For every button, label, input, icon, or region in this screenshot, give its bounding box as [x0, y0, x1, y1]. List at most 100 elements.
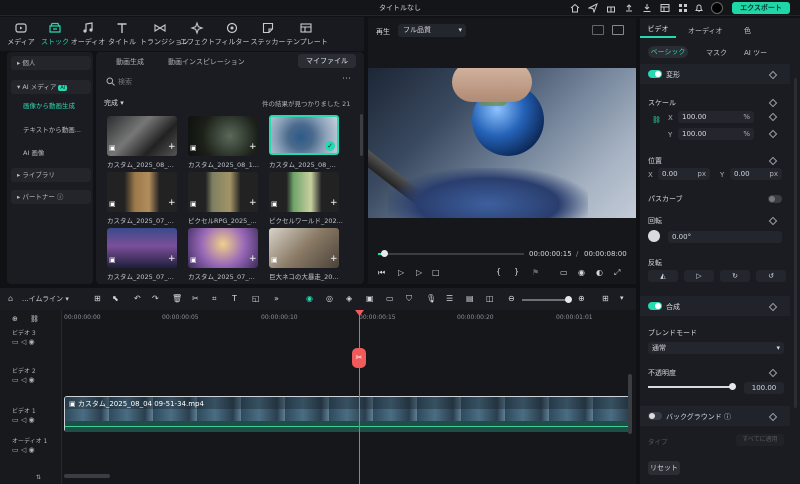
video-frame[interactable] — [368, 68, 636, 218]
opacity-input[interactable]: 100.00 — [744, 382, 784, 394]
gift-icon[interactable] — [606, 3, 616, 13]
ai-magic-icon[interactable]: ◉ — [306, 294, 316, 304]
keyframe-tool-icon[interactable]: ◈ — [346, 294, 356, 304]
redo-icon[interactable]: ↷ — [152, 294, 162, 304]
zoom-out-icon[interactable]: ⊖ — [508, 294, 518, 304]
home-icon[interactable]: ⌂ — [8, 294, 18, 304]
flip-vertical-button[interactable]: ▷ — [684, 270, 714, 282]
view-grid-icon[interactable]: ⊞ — [602, 294, 612, 304]
tool-media[interactable]: メディア — [4, 21, 38, 49]
monitor-icon[interactable]: ▭ — [560, 268, 568, 277]
video-clip[interactable]: ▣ カスタム_2025_08_04 09-51-34.mp4 — [64, 396, 631, 432]
undo-icon[interactable]: ↶ — [134, 294, 144, 304]
add-icon[interactable]: + — [168, 254, 176, 264]
keyframe-icon[interactable] — [768, 216, 778, 226]
grid-icon[interactable] — [678, 3, 688, 13]
track-controls[interactable]: ▭ ◁ ◉ — [12, 446, 35, 454]
tool-transition[interactable]: トランジション — [140, 21, 189, 49]
rotate-cw-button[interactable]: ↻ — [720, 270, 750, 282]
camera-icon[interactable]: ◉ — [578, 268, 585, 277]
delete-icon[interactable]: 🗑 — [172, 294, 182, 304]
properties-scrollbar[interactable] — [794, 78, 797, 408]
category-ai-media[interactable]: ▾ AI メディア AI — [11, 80, 91, 94]
search-input[interactable] — [118, 76, 318, 87]
rotate-input[interactable]: 0.00° — [668, 231, 782, 243]
tool-template[interactable]: テンプレート — [286, 21, 328, 49]
speed-icon[interactable]: ◎ — [326, 294, 336, 304]
mark-in-icon[interactable]: { — [496, 267, 501, 276]
scale-y-input[interactable]: 100.00% — [678, 128, 754, 140]
subtab-ai-tools[interactable]: AI ツー — [744, 48, 767, 58]
scrubber-handle[interactable] — [380, 250, 388, 257]
composite-toggle[interactable] — [648, 302, 662, 310]
add-icon[interactable]: + — [249, 142, 257, 152]
playhead-split-icon[interactable]: ✂ — [352, 348, 366, 368]
upload-cloud-icon[interactable] — [624, 3, 634, 13]
media-scrollbar[interactable] — [360, 114, 363, 156]
zoom-slider-handle[interactable] — [565, 296, 572, 303]
tool-title[interactable]: タイトル — [106, 21, 138, 49]
media-thumb-8[interactable] — [188, 228, 258, 268]
keyframe-icon[interactable] — [768, 98, 778, 108]
category-text-to-video[interactable]: テキストから動画... — [11, 123, 91, 137]
media-thumb-3-selected[interactable]: ✓ — [269, 115, 339, 155]
tab-video-inspiration[interactable]: 動画インスピレーション — [168, 57, 245, 67]
quality-select[interactable]: フル品質 ▾ — [398, 24, 466, 37]
adjust-icon[interactable]: ▣ — [366, 294, 376, 304]
keyframe-icon[interactable] — [768, 129, 778, 139]
position-x-input[interactable]: 0.00 px — [658, 168, 710, 180]
bell-icon[interactable] — [694, 3, 704, 13]
tab-my-files[interactable]: マイファイル — [298, 54, 356, 68]
grid-icon[interactable]: ⊞ — [94, 294, 104, 304]
add-icon[interactable]: + — [168, 142, 176, 152]
track-controls[interactable]: ▭ ◁ ◉ — [12, 416, 35, 424]
opacity-slider-handle[interactable] — [729, 383, 736, 390]
media-thumb-5[interactable] — [188, 172, 258, 212]
tool-filter[interactable]: フィルター — [214, 21, 250, 49]
more-icon[interactable]: ⋯ — [342, 74, 351, 84]
apply-all-button[interactable]: すべてに適用 — [736, 434, 784, 446]
export-button[interactable]: エクスポート — [732, 2, 790, 14]
timeline-h-scrollbar[interactable] — [64, 474, 110, 478]
add-icon[interactable]: + — [330, 198, 338, 208]
timeline-mode-select[interactable]: ...イムライン ▾ — [22, 294, 69, 304]
scissors-icon[interactable]: ✂ — [192, 294, 202, 304]
subtab-basic[interactable]: ベーシック — [648, 46, 688, 58]
home-icon[interactable] — [570, 3, 580, 13]
tool-stock[interactable]: ストック — [38, 21, 72, 49]
rotate-ccw-button[interactable]: ↺ — [756, 270, 786, 282]
image-icon[interactable] — [612, 25, 624, 35]
shield-icon[interactable]: ⛉ — [406, 294, 416, 304]
background-toggle[interactable] — [648, 412, 662, 420]
link-track-icon[interactable]: ⛓ — [30, 315, 39, 323]
media-thumb-9[interactable] — [269, 228, 339, 268]
track-zoom-icon[interactable]: ⇅ — [36, 474, 41, 481]
add-icon[interactable]: + — [249, 198, 257, 208]
timeline-v-scrollbar[interactable] — [628, 374, 632, 434]
add-icon[interactable]: + — [330, 254, 338, 264]
tab-audio[interactable]: オーディオ — [688, 26, 723, 36]
keyframe-icon[interactable] — [768, 156, 778, 166]
tab-video[interactable]: ビデオ — [640, 24, 676, 38]
image-icon[interactable]: ▤ — [466, 294, 476, 304]
tool-effect[interactable]: エフェクト — [180, 21, 215, 49]
prev-frame-icon[interactable]: ⏮ — [378, 268, 385, 278]
media-thumb-1[interactable] — [107, 116, 177, 156]
transform-toggle[interactable] — [648, 70, 662, 78]
position-y-input[interactable]: 0.00 px — [730, 168, 782, 180]
path-curve-toggle[interactable] — [768, 195, 782, 203]
more-tools-icon[interactable]: » — [274, 294, 284, 304]
media-thumb-4[interactable] — [107, 172, 177, 212]
flip-horizontal-button[interactable]: ◭ — [648, 270, 678, 282]
category-personal[interactable]: ▸ 個人 — [11, 56, 91, 70]
transform-icon[interactable]: ◱ — [252, 294, 262, 304]
chevron-down-icon[interactable]: ▾ — [620, 294, 630, 304]
reset-button[interactable]: リセット — [648, 461, 680, 475]
keyframe-icon[interactable] — [768, 112, 778, 122]
play-pause-icon[interactable]: ▷ — [398, 268, 404, 277]
snapshot-layout-icon[interactable] — [592, 25, 604, 35]
download-icon[interactable] — [642, 3, 652, 13]
blend-mode-select[interactable]: 通常 ▾ — [648, 342, 784, 354]
rotate-dial[interactable] — [648, 230, 660, 242]
category-partner[interactable]: ▸ パートナー ⓘ — [11, 190, 91, 204]
